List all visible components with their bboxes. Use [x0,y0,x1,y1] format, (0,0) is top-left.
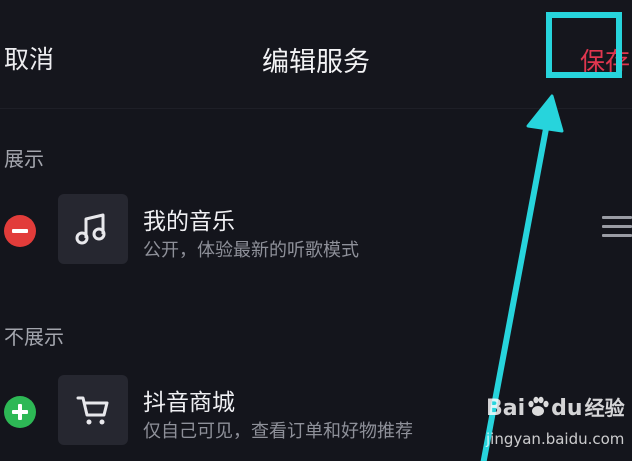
baidu-paw-icon [528,396,549,416]
edit-services-screen: 取消 编辑服务 保存 展示 我的音乐 公开，体验最新的听歌模式 不展示 抖音商城… [0,0,632,461]
baidu-jingyan-watermark: Bai du 经验 jingyan.baidu.com [486,396,625,448]
